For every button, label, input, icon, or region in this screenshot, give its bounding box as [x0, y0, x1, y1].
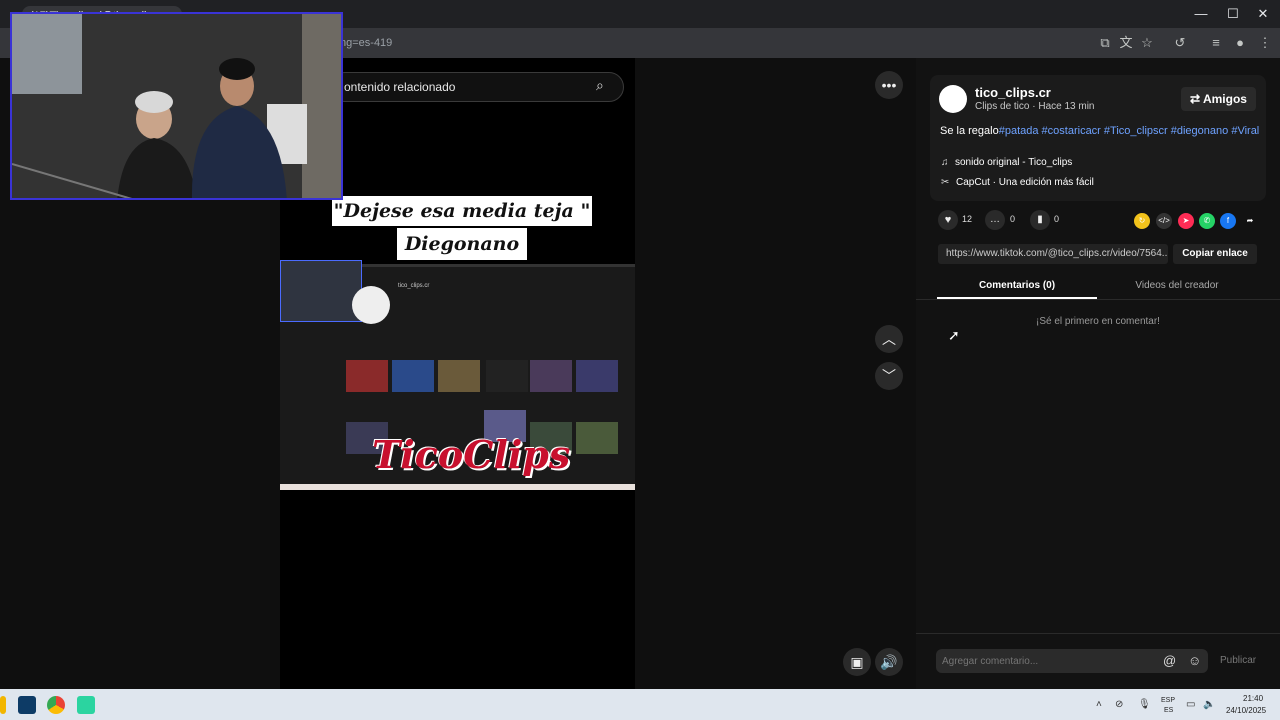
video-inner-webcam: [280, 260, 362, 322]
microphone-icon[interactable]: 🎙: [1138, 699, 1151, 710]
mouse-cursor-icon: ➚: [948, 327, 960, 343]
display-icon[interactable]: ▭: [1186, 699, 1195, 710]
translate-icon[interactable]: 文: [1117, 34, 1135, 52]
bookmark-star-icon[interactable]: ☆: [1138, 34, 1156, 52]
music-note-icon: ♫: [941, 157, 949, 168]
mention-icon[interactable]: @: [1163, 653, 1176, 668]
sound-link[interactable]: sonido original - Tico_clips: [955, 157, 1072, 168]
capcut-link[interactable]: CapCut · Una edición más fácil: [956, 177, 1094, 188]
webcam-overlay: [10, 12, 343, 200]
video-inner-thumb: [576, 360, 618, 392]
search-icon[interactable]: ⌕: [596, 77, 614, 95]
bookmark-icon[interactable]: ▮: [1030, 210, 1050, 230]
comment-icon[interactable]: …: [985, 210, 1005, 230]
search-placeholder: ontenido relacionado: [344, 80, 456, 94]
video-inner-thumb: [346, 360, 388, 392]
profile-avatar[interactable]: ●: [1231, 34, 1249, 52]
video-inner-thumb: [438, 360, 480, 392]
tab-comments[interactable]: Comentarios (0): [937, 280, 1097, 291]
comment-count: 0: [1010, 214, 1016, 224]
history-icon[interactable]: ↺: [1171, 34, 1189, 52]
friends-button-label: Amigos: [1202, 92, 1247, 106]
ellipsis-icon[interactable]: •••: [875, 71, 903, 99]
hashtag-link[interactable]: #Tico_clipscr: [1104, 125, 1168, 137]
video-inner-avatar: [352, 286, 390, 324]
copy-link-button[interactable]: Copiar enlace: [1173, 244, 1257, 264]
taskbar: [0, 689, 1280, 720]
video-inner-thumb: [486, 360, 528, 392]
clock-date[interactable]: 24/10/2025: [1226, 706, 1266, 715]
repost-icon[interactable]: ↻: [1134, 213, 1150, 229]
address-bar[interactable]: ng=es-419: [340, 37, 392, 49]
active-tab-indicator: [937, 297, 1097, 299]
save-count: 0: [1054, 214, 1060, 224]
language-sub-indicator: ES: [1164, 707, 1174, 714]
file-explorer-icon[interactable]: [0, 696, 6, 714]
video-overlay-logo: TicoClips: [372, 432, 571, 477]
chevron-up-icon[interactable]: ˄: [1096, 699, 1102, 710]
video-inner-thumb: [576, 422, 618, 454]
hashtag-link[interactable]: #diegonano: [1171, 125, 1229, 137]
video-inner-thumb: [392, 360, 434, 392]
language-indicator[interactable]: ESP: [1161, 697, 1175, 704]
video-link-field[interactable]: https://www.tiktok.com/@tico_clips.cr/vi…: [938, 244, 1168, 264]
volume-icon[interactable]: 🔊: [875, 648, 903, 676]
speaker-icon[interactable]: 🔈: [1203, 699, 1215, 710]
friends-button[interactable]: ⇄ Amigos: [1181, 87, 1256, 111]
app-icon[interactable]: [18, 696, 36, 714]
video-inner-thumb: [530, 360, 572, 392]
publish-button[interactable]: Publicar: [1220, 655, 1256, 666]
chevron-down-icon[interactable]: ﹀: [875, 362, 903, 390]
video-inner-channel-name: tico_clips.cr: [398, 283, 430, 289]
app-icon[interactable]: [77, 696, 95, 714]
like-count: 12: [962, 214, 973, 224]
pip-icon[interactable]: ▣: [843, 648, 871, 676]
menu-icon[interactable]: ⋮: [1256, 34, 1274, 52]
description-text: Se la regalo: [940, 125, 999, 137]
tab-divider: [916, 299, 1280, 300]
comment-divider: [916, 633, 1280, 634]
chrome-icon[interactable]: [47, 696, 65, 714]
send-icon[interactable]: ➤: [1178, 213, 1194, 229]
post-description: Se la regalo#patada #costaricacr #Tico_c…: [940, 124, 1260, 138]
author-name[interactable]: tico_clips.cr: [975, 85, 1051, 100]
like-icon[interactable]: ♥: [938, 210, 958, 230]
network-off-icon[interactable]: ⊘: [1115, 699, 1123, 710]
hashtag-link[interactable]: #patada: [999, 125, 1039, 137]
capcut-icon: ✂: [941, 177, 950, 188]
tab-creator-videos[interactable]: Videos del creador: [1097, 280, 1257, 291]
media-control-icon[interactable]: ≡: [1207, 34, 1225, 52]
emoji-icon[interactable]: ☺: [1188, 653, 1201, 668]
hashtag-link[interactable]: #Viral: [1231, 125, 1259, 137]
maximize-icon[interactable]: ☐: [1218, 4, 1248, 24]
empty-comments-message: ¡Sé el primero en comentar!: [1036, 316, 1160, 327]
chevron-up-icon[interactable]: ︿: [875, 325, 903, 353]
embed-icon[interactable]: </>: [1156, 213, 1172, 229]
author-avatar[interactable]: [939, 85, 967, 113]
facebook-icon[interactable]: f: [1220, 213, 1236, 229]
minimize-icon[interactable]: —: [1186, 4, 1216, 24]
close-icon[interactable]: ✕: [1248, 4, 1278, 24]
friends-icon: ⇄: [1190, 92, 1203, 106]
hashtag-link[interactable]: #costaricacr: [1042, 125, 1101, 137]
share-icon[interactable]: ➦: [1242, 213, 1258, 229]
video-caption-line1: "Dejese esa media teja ": [332, 196, 592, 226]
video-caption-line2: Diegonano: [397, 228, 527, 260]
whatsapp-icon[interactable]: ✆: [1199, 213, 1215, 229]
author-subtitle: Clips de tico · Hace 13 min: [975, 101, 1095, 112]
clock-time[interactable]: 21:40: [1243, 694, 1263, 703]
cast-icon[interactable]: ⧉: [1096, 34, 1114, 52]
